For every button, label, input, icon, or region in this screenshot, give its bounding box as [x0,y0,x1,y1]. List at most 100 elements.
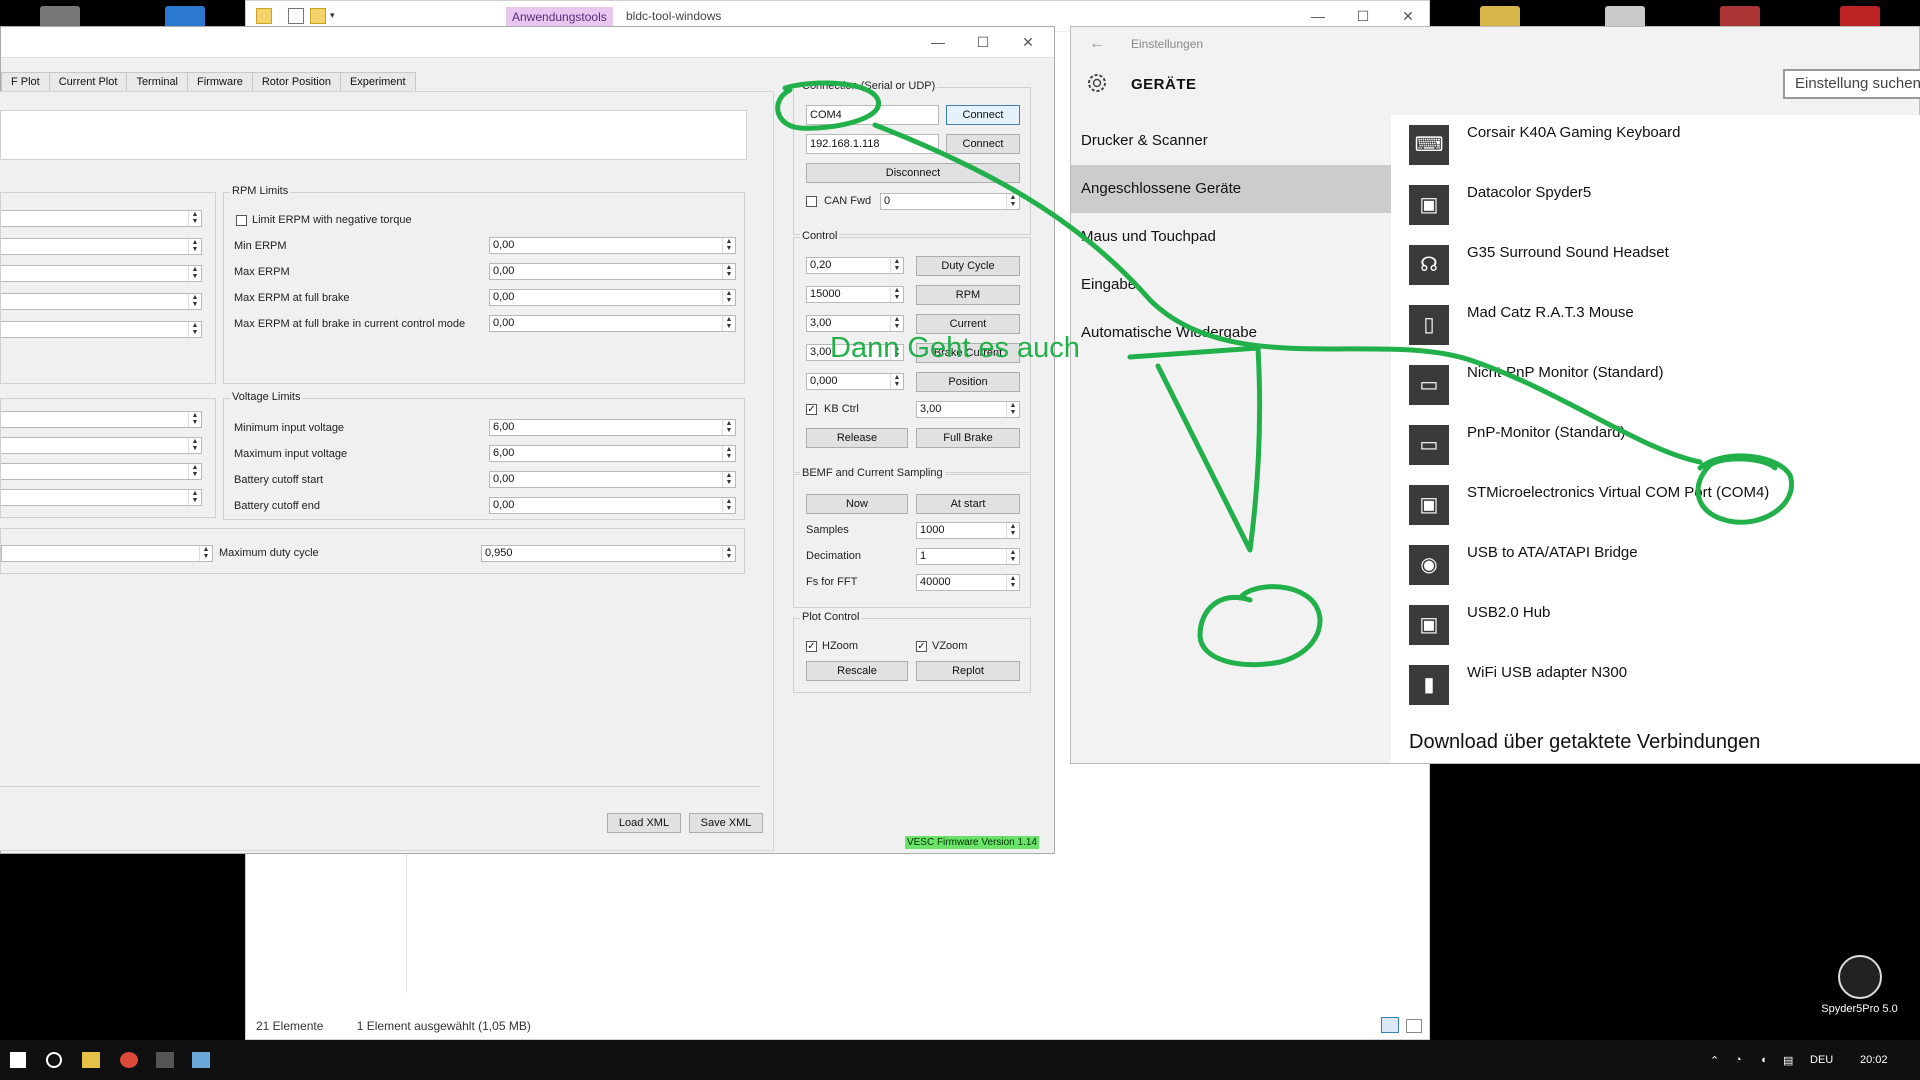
spin-arrows-icon[interactable]: ▲ ▼ [722,264,735,279]
hzoom-checkbox[interactable]: ✓ [806,641,817,652]
nav-printers-scanners[interactable]: Drucker & Scanner [1071,117,1391,165]
max-erpm-brake-spinbox[interactable]: 0,00 ▲ ▼ [489,289,736,306]
tab-experiment[interactable]: Experiment [339,72,416,92]
ribbon-context-tab[interactable]: Anwendungstools [506,7,613,27]
rpm-button[interactable]: RPM [916,285,1020,305]
clock[interactable]: 20:02 [1860,1054,1888,1066]
spin-arrows-icon[interactable]: ▲ ▼ [1006,523,1019,538]
max-input-voltage-spinbox[interactable]: 6,00 ▲ ▼ [489,445,736,462]
spin-arrows-icon[interactable]: ▲ ▼ [890,316,903,331]
windows-start-icon[interactable] [10,1052,26,1068]
spin-arrows-icon[interactable]: ▲ ▼ [890,374,903,389]
tab-current-plot[interactable]: Current Plot [48,72,128,92]
kb-ctrl-checkbox[interactable]: ✓ [806,404,817,415]
can-fwd-checkbox[interactable] [806,196,817,207]
tab-f-plot[interactable]: F Plot [1,72,50,92]
brake-current-button[interactable]: Brake Current [916,343,1020,363]
settings-gear-icon[interactable] [156,1052,174,1068]
volume-icon[interactable]: ◖ [1760,1054,1767,1066]
serial-port-input[interactable]: COM4 [806,105,939,125]
battery-cutoff-end-spinbox[interactable]: 0,00 ▲ ▼ [489,497,736,514]
position-spinbox[interactable]: 0,000 ▲ ▼ [806,373,904,390]
nav-autoplay[interactable]: Automatische Wiedergabe [1071,309,1391,357]
udp-ip-input[interactable]: 192.168.1.118 [806,134,939,154]
tab-rotor-position[interactable]: Rotor Position [251,72,341,92]
quick-access-dropdown-icon[interactable]: ▾ [330,10,335,21]
tab-firmware[interactable]: Firmware [187,72,253,92]
connect-udp-button[interactable]: Connect [946,134,1020,154]
bldc-tool-task-icon[interactable] [192,1052,210,1068]
min-input-voltage-spinbox[interactable]: 6,00 ▲ ▼ [489,419,736,436]
folder-icon[interactable] [256,8,272,24]
notification-icon[interactable]: ▤ [1783,1054,1793,1067]
rpm-spinbox[interactable]: 15000 ▲ ▼ [806,286,904,303]
spin-arrows-icon[interactable]: ▲ ▼ [722,472,735,487]
rescale-button[interactable]: Rescale [806,661,908,681]
spin-arrows-icon[interactable]: ▲ ▼ [199,546,212,561]
spin-arrows-icon[interactable]: ▲ ▼ [722,238,735,253]
limit-erpm-checkbox[interactable] [236,215,247,226]
full-brake-button[interactable]: Full Brake [916,428,1020,448]
search-icon[interactable] [46,1052,62,1068]
plot-control-group: Plot Control ✓ HZoom ✓ VZoom Rescale Rep… [793,611,1031,693]
duty-cycle-button[interactable]: Duty Cycle [916,256,1020,276]
properties-icon[interactable] [288,8,304,24]
release-button[interactable]: Release [806,428,908,448]
replot-button[interactable]: Replot [916,661,1020,681]
current-button[interactable]: Current [916,314,1020,334]
spin-arrows-icon[interactable]: ▲ ▼ [1006,575,1019,590]
spin-arrows-icon[interactable]: ▲ ▼ [722,498,735,513]
spin-arrows-icon[interactable]: ▲ ▼ [722,446,735,461]
nav-mouse-touchpad[interactable]: Maus und Touchpad [1071,213,1391,261]
desktop-icon-spyder[interactable]: Spyder5Pro 5.0 [1812,955,1907,1015]
duty-cycle-spinbox[interactable]: 0,20 ▲ ▼ [806,257,904,274]
spin-arrows-icon[interactable]: ▲ ▼ [1006,402,1019,417]
kb-ctrl-spinbox[interactable]: 3,00 ▲ ▼ [916,401,1020,418]
spin-arrows-icon[interactable]: ▲ ▼ [890,258,903,273]
current-spinbox[interactable]: 3,00 ▲ ▼ [806,315,904,332]
spin-arrows-icon[interactable]: ▲ ▼ [722,316,735,331]
close-button[interactable]: ✕ [1006,29,1050,55]
can-fwd-spinbox[interactable]: 0 ▲ ▼ [880,193,1020,210]
battery-cutoff-start-spinbox[interactable]: 0,00 ▲ ▼ [489,471,736,488]
connect-serial-button[interactable]: Connect [946,105,1020,125]
tab-terminal[interactable]: Terminal [126,72,189,92]
spin-arrows-icon[interactable]: ▲ ▼ [722,290,735,305]
nav-connected-devices[interactable]: Angeschlossene Geräte [1071,165,1391,213]
decimation-spinbox[interactable]: 1 ▲ ▼ [916,548,1020,565]
chrome-icon[interactable] [120,1052,138,1068]
new-folder-icon[interactable] [310,8,326,24]
file-explorer-icon[interactable] [82,1052,100,1068]
spin-arrows-icon[interactable]: ▲ ▼ [722,546,735,561]
fs-fft-spinbox[interactable]: 40000 ▲ ▼ [916,574,1020,591]
nav-input[interactable]: Eingabe [1071,261,1391,309]
vzoom-checkbox[interactable]: ✓ [916,641,927,652]
samples-spinbox[interactable]: 1000 ▲ ▼ [916,522,1020,539]
spin-arrows-icon[interactable]: ▲ ▼ [890,287,903,302]
spin-arrows-icon[interactable]: ▲ ▼ [1006,194,1019,209]
back-arrow-icon[interactable]: ← [1089,35,1105,53]
tiles-view-icon[interactable] [1406,1019,1422,1033]
sample-now-button[interactable]: Now [806,494,908,514]
spin-arrows-icon[interactable]: ▲ ▼ [1006,549,1019,564]
load-xml-button[interactable]: Load XML [607,813,681,833]
max-duty-spinbox[interactable]: 0,950 ▲ ▼ [481,545,736,562]
minimize-button[interactable]: — [916,29,960,55]
maximize-button[interactable]: ☐ [961,29,1005,55]
tray-overflow-icon[interactable]: ⌃ [1710,1054,1719,1067]
spin-arrows-icon[interactable]: ▲ ▼ [722,420,735,435]
max-erpm-spinbox[interactable]: 0,00 ▲ ▼ [489,263,736,280]
save-xml-button[interactable]: Save XML [689,813,763,833]
network-icon[interactable]: ◔ [1735,1054,1742,1066]
sample-at-start-button[interactable]: At start [916,494,1020,514]
min-erpm-spinbox[interactable]: 0,00 ▲ ▼ [489,237,736,254]
position-button[interactable]: Position [916,372,1020,392]
spin-arrows-icon[interactable]: ▲ ▼ [890,345,903,360]
details-view-icon[interactable] [1381,1017,1399,1033]
settings-search-input[interactable]: Einstellung suchen [1783,69,1920,99]
language-indicator[interactable]: DEU [1810,1054,1833,1066]
left-duty-spinbox[interactable]: ▲ ▼ [1,545,213,562]
disconnect-button[interactable]: Disconnect [806,163,1020,183]
brake-current-spinbox[interactable]: 3,00 ▲ ▼ [806,344,904,361]
max-erpm-brake-cc-spinbox[interactable]: 0,00 ▲ ▼ [489,315,736,332]
